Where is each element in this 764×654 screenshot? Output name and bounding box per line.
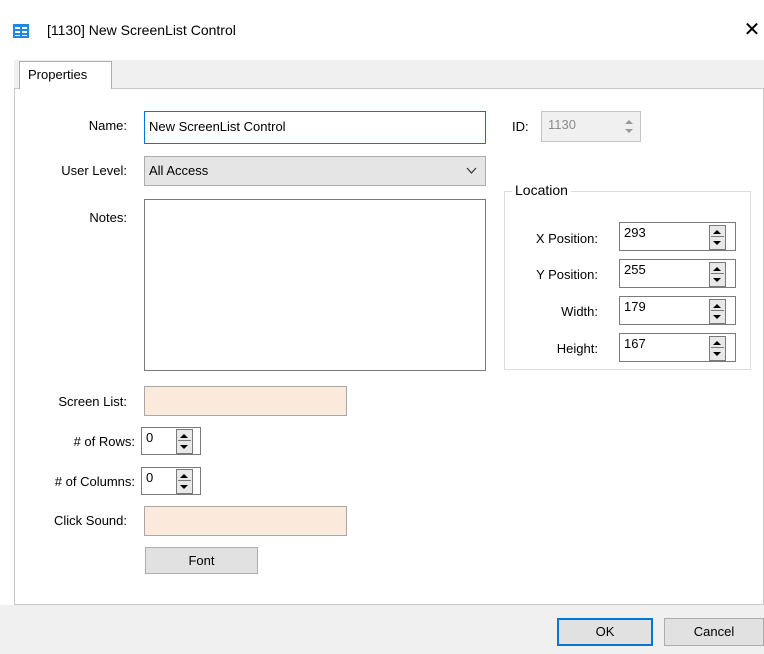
arrow-up-icon bbox=[625, 120, 633, 124]
width-value: 179 bbox=[624, 299, 646, 314]
arrow-down-icon bbox=[713, 315, 721, 319]
y-position-value: 255 bbox=[624, 262, 646, 277]
y-position-spinner-buttons[interactable] bbox=[709, 262, 726, 287]
x-position-spinner-buttons[interactable] bbox=[709, 225, 726, 250]
x-position-value: 293 bbox=[624, 225, 646, 240]
arrow-down-icon bbox=[713, 241, 721, 245]
height-spinner-buttons[interactable] bbox=[709, 336, 726, 361]
rows-spinner-buttons[interactable] bbox=[176, 429, 193, 454]
id-stepper: 1130 bbox=[541, 111, 641, 142]
arrow-up-icon bbox=[180, 474, 188, 478]
notes-label: Notes: bbox=[89, 210, 127, 225]
height-stepper[interactable]: 167 bbox=[619, 333, 736, 362]
screen-list-label: Screen List: bbox=[58, 394, 127, 409]
rows-stepper[interactable]: 0 bbox=[141, 427, 201, 455]
user-level-select[interactable]: All Access bbox=[144, 156, 486, 186]
columns-stepper[interactable]: 0 bbox=[141, 467, 201, 495]
x-position-label: X Position: bbox=[535, 231, 598, 246]
columns-label: # of Columns: bbox=[54, 474, 135, 489]
click-sound-label: Click Sound: bbox=[54, 513, 127, 528]
tab-strip bbox=[14, 60, 764, 88]
y-position-label: Y Position: bbox=[536, 267, 598, 282]
id-spinner-buttons bbox=[622, 115, 638, 137]
x-position-stepper[interactable]: 293 bbox=[619, 222, 736, 251]
arrow-down-icon bbox=[180, 445, 188, 449]
height-value: 167 bbox=[624, 336, 646, 351]
tab-properties[interactable]: Properties bbox=[19, 61, 112, 89]
name-label: Name: bbox=[88, 118, 127, 133]
chevron-down-icon bbox=[466, 157, 477, 196]
id-label: ID: bbox=[512, 119, 529, 134]
arrow-up-icon bbox=[713, 267, 721, 271]
arrow-down-icon bbox=[180, 485, 188, 489]
ok-button[interactable]: OK bbox=[557, 618, 653, 646]
rows-label: # of Rows: bbox=[73, 434, 135, 449]
arrow-down-icon bbox=[713, 352, 721, 356]
close-icon[interactable]: ✕ bbox=[740, 16, 764, 44]
cancel-button[interactable]: Cancel bbox=[664, 618, 764, 646]
name-input[interactable]: New ScreenList Control bbox=[144, 111, 486, 144]
screen-list-field[interactable] bbox=[144, 386, 347, 416]
click-sound-field[interactable] bbox=[144, 506, 347, 536]
notes-textarea[interactable] bbox=[144, 199, 486, 371]
id-value: 1130 bbox=[548, 117, 576, 132]
arrow-up-icon bbox=[713, 341, 721, 345]
arrow-up-icon bbox=[180, 434, 188, 438]
rows-value: 0 bbox=[146, 430, 154, 445]
width-label: Width: bbox=[561, 304, 598, 319]
font-button[interactable]: Font bbox=[145, 547, 258, 574]
width-stepper[interactable]: 179 bbox=[619, 296, 736, 325]
columns-spinner-buttons[interactable] bbox=[176, 469, 193, 494]
arrow-down-icon bbox=[713, 278, 721, 282]
width-spinner-buttons[interactable] bbox=[709, 299, 726, 324]
window-title: [1130] New ScreenList Control bbox=[47, 22, 236, 38]
user-level-value: All Access bbox=[149, 163, 209, 178]
y-position-stepper[interactable]: 255 bbox=[619, 259, 736, 288]
location-group-title: Location bbox=[512, 182, 571, 198]
screenlist-app-icon bbox=[13, 23, 29, 39]
user-level-label: User Level: bbox=[61, 163, 127, 178]
columns-value: 0 bbox=[146, 470, 154, 485]
arrow-up-icon bbox=[713, 304, 721, 308]
arrow-down-icon bbox=[625, 129, 633, 133]
arrow-up-icon bbox=[713, 230, 721, 234]
height-label: Height: bbox=[556, 341, 598, 356]
